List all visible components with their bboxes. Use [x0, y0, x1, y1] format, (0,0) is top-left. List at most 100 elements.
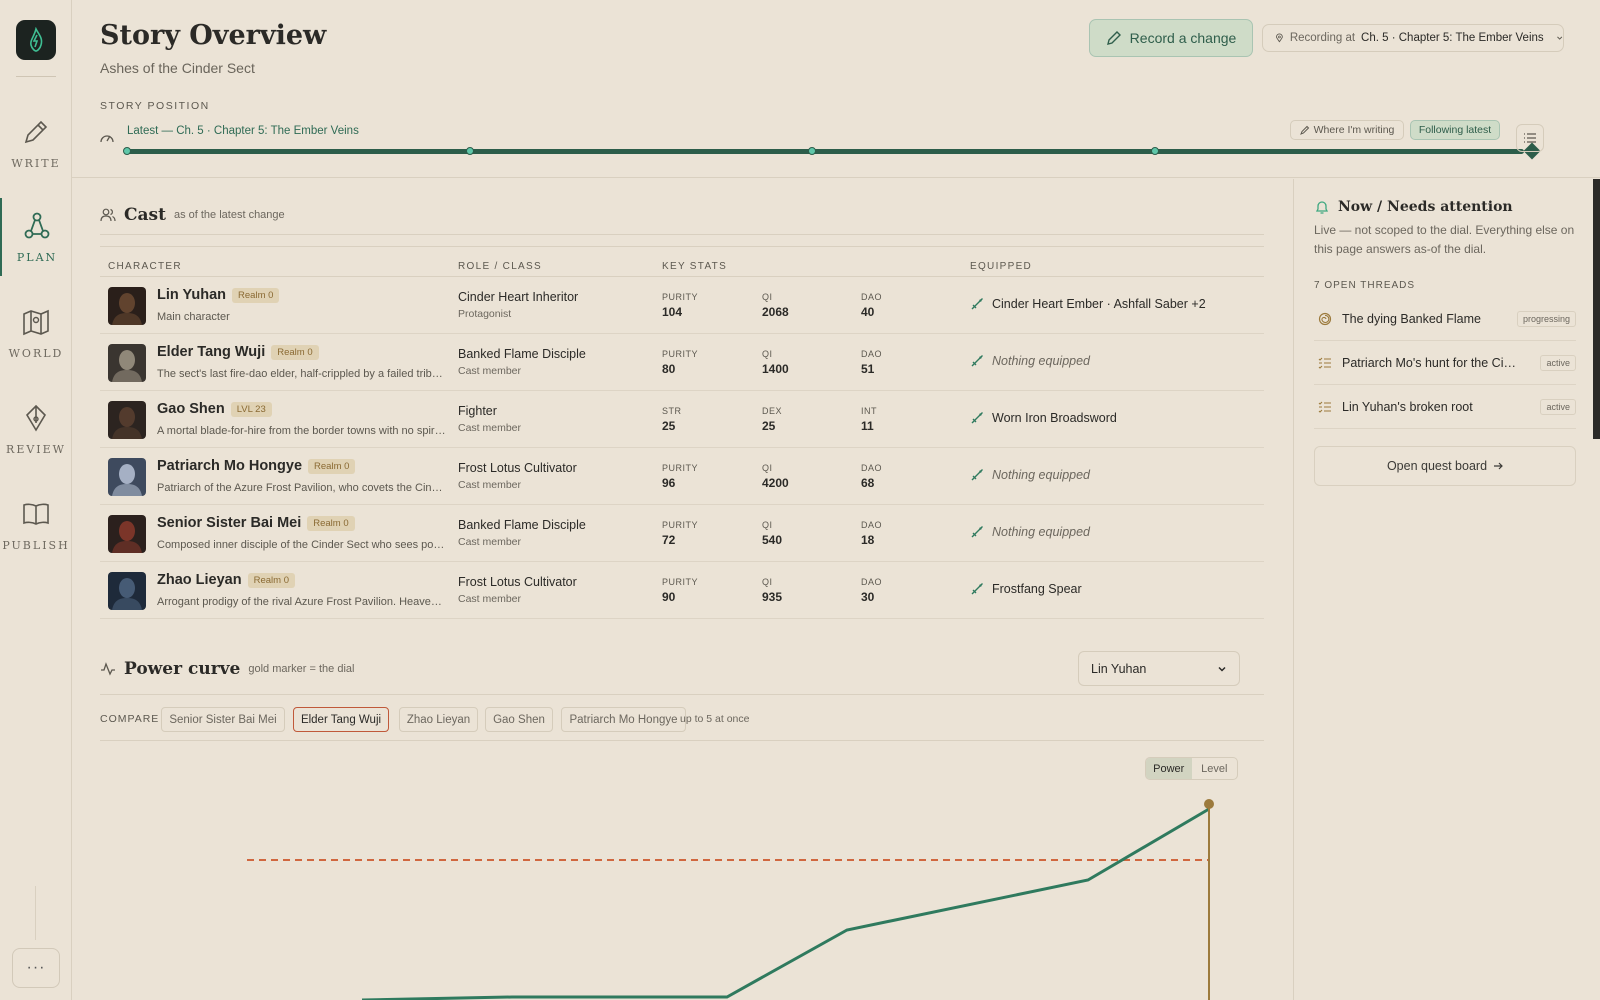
- pen-nib-icon: [25, 404, 47, 432]
- equipped-text: Worn Iron Broadsword: [992, 411, 1117, 425]
- character-name[interactable]: Lin Yuhan Realm 0: [157, 287, 280, 303]
- cast-title: Cast: [124, 205, 166, 225]
- compare-chip-label: Elder Tang Wuji: [300, 713, 382, 726]
- nav-plan[interactable]: PLAN: [0, 198, 72, 276]
- open-threads-label: 7 OPEN THREADS: [1314, 280, 1416, 291]
- equipped-items[interactable]: Nothing equipped: [970, 525, 1090, 539]
- open-quest-board-button[interactable]: Open quest board: [1314, 446, 1576, 486]
- stat-value: 1400: [762, 362, 789, 376]
- thread-item[interactable]: Lin Yuhan's broken root active: [1314, 385, 1576, 429]
- compare-chip[interactable]: Patriarch Mo Hongye: [561, 707, 686, 732]
- rail-divider: [35, 886, 36, 940]
- realm-badge: Realm 0: [271, 344, 319, 360]
- compare-chip[interactable]: Elder Tang Wuji: [293, 707, 389, 732]
- record-change-button[interactable]: Record a change: [1089, 19, 1253, 57]
- character-name-text: Patriarch Mo Hongye: [157, 458, 303, 474]
- recording-location-dropdown[interactable]: Recording at Ch. 5 · Chapter 5: The Embe…: [1262, 24, 1564, 52]
- equipped-items[interactable]: Worn Iron Broadsword: [970, 411, 1117, 425]
- chapter-tick[interactable]: [123, 147, 131, 155]
- nav-label: WRITE: [11, 156, 61, 170]
- key-stat: DAO 68: [861, 463, 882, 490]
- story-dial-track[interactable]: [126, 149, 1524, 154]
- attention-header: Now / Needs attention: [1314, 199, 1513, 215]
- equipped-items[interactable]: Nothing equipped: [970, 354, 1090, 368]
- toggle-power[interactable]: Power: [1146, 758, 1192, 779]
- realm-badge: Realm 0: [232, 287, 280, 303]
- cast-note: as of the latest change: [173, 209, 285, 221]
- following-latest-label: Following latest: [1418, 124, 1492, 136]
- chapter-list-button[interactable]: [1516, 124, 1544, 152]
- equipped-items[interactable]: Frostfang Spear: [970, 582, 1082, 596]
- table-row[interactable]: Patriarch Mo Hongye Realm 0 Patriarch of t…: [100, 448, 1264, 505]
- thread-item[interactable]: Patriarch Mo's hunt for the Cinder Heart…: [1314, 341, 1576, 385]
- col-stats: KEY STATS: [662, 261, 728, 272]
- key-stat: QI 935: [762, 577, 782, 604]
- spiral-icon: [1318, 312, 1332, 325]
- nav-write[interactable]: WRITE: [0, 104, 72, 182]
- stat-key: DAO: [861, 520, 883, 530]
- toggle-level[interactable]: Level: [1192, 758, 1238, 779]
- following-latest-button[interactable]: Following latest: [1410, 120, 1500, 140]
- more-button[interactable]: ···: [12, 948, 60, 988]
- character-name[interactable]: Senior Sister Bai Mei Realm 0: [157, 515, 355, 531]
- recording-location: Ch. 5 · Chapter 5: The Ember Veins: [1361, 32, 1544, 44]
- where-writing-button[interactable]: Where I'm writing: [1290, 120, 1404, 140]
- compare-chip[interactable]: Zhao Lieyan: [399, 707, 478, 732]
- character-description: Patriarch of the Azure Frost Pavilion, w…: [157, 482, 447, 494]
- compare-chip-label: Zhao Lieyan: [406, 713, 471, 726]
- nav-publish[interactable]: PUBLISH: [0, 486, 72, 564]
- dial-marker-point[interactable]: [1204, 799, 1214, 809]
- stat-value: 30: [861, 590, 875, 604]
- equipped-text: Frostfang Spear: [992, 582, 1082, 596]
- character-description: Composed inner disciple of the Cinder Se…: [157, 539, 447, 551]
- stat-value: 540: [762, 533, 783, 547]
- nav-world[interactable]: WORLD: [0, 294, 72, 372]
- table-row[interactable]: Zhao Lieyan Realm 0 Arrogant prodigy of th…: [100, 562, 1264, 619]
- app-logo[interactable]: [16, 20, 56, 60]
- chapter-tick[interactable]: [808, 147, 816, 155]
- stat-key: QI: [762, 577, 773, 587]
- table-row[interactable]: Elder Tang Wuji Realm 0 The sect's last fi…: [100, 334, 1264, 391]
- chapter-tick[interactable]: [466, 147, 474, 155]
- table-row[interactable]: Lin Yuhan Realm 0 Main character Cinder Hea…: [100, 277, 1264, 334]
- character-name[interactable]: Gao Shen LVL 23: [157, 401, 272, 417]
- key-stat: QI 2068: [762, 292, 789, 319]
- key-stat: DAO 30: [861, 577, 882, 604]
- key-stat: PURITY 80: [662, 349, 698, 376]
- character-select[interactable]: Lin Yuhan: [1078, 651, 1240, 686]
- compare-chip[interactable]: Senior Sister Bai Mei: [161, 707, 285, 732]
- record-change-label: Record a change: [1129, 30, 1237, 46]
- character-role-sub: Cast member: [458, 593, 522, 605]
- nav-review[interactable]: REVIEW: [0, 390, 72, 468]
- col-equipped: EQUIPPED: [970, 261, 1033, 272]
- table-row[interactable]: Senior Sister Bai Mei Realm 0 Composed inn…: [100, 505, 1264, 562]
- attention-description: Live — not scoped to the dial. Everythin…: [1314, 223, 1575, 256]
- power-curve-title: Power curve: [124, 659, 241, 679]
- table-top-border: [100, 246, 1264, 247]
- stat-key: DAO: [861, 349, 883, 359]
- character-name[interactable]: Zhao Lieyan Realm 0: [157, 572, 295, 588]
- chevron-down-icon: [1556, 36, 1562, 40]
- activity-icon: [101, 662, 115, 676]
- scrollbar[interactable]: [1593, 179, 1600, 439]
- equipped-items[interactable]: Cinder Heart Ember · Ashfall Saber +2: [970, 297, 1206, 311]
- compare-chip[interactable]: Gao Shen: [485, 707, 553, 732]
- stat-key: PURITY: [662, 292, 699, 302]
- table-row[interactable]: Gao Shen LVL 23 A mortal blade-for-hire fr…: [100, 391, 1264, 448]
- character-role: Banked Flame Disciple: [458, 347, 586, 361]
- network-icon: [24, 212, 50, 238]
- avatar: [108, 572, 146, 610]
- power-curve-note: gold marker = the dial: [248, 663, 355, 675]
- thread-item[interactable]: The dying Banked Flame progressing: [1314, 297, 1576, 341]
- key-stat: DAO 51: [861, 349, 882, 376]
- equipped-items[interactable]: Nothing equipped: [970, 468, 1090, 482]
- stat-key: DAO: [861, 577, 883, 587]
- thread-status: active: [1540, 398, 1576, 415]
- story-position-latest: Latest — Ch. 5 · Chapter 5: The Ember Ve…: [127, 125, 359, 137]
- metric-toggle[interactable]: Power Level: [1145, 757, 1238, 780]
- stat-value: 96: [662, 476, 676, 490]
- character-description: Main character: [157, 311, 230, 323]
- character-name[interactable]: Elder Tang Wuji Realm 0: [157, 344, 319, 360]
- character-name[interactable]: Patriarch Mo Hongye Realm 0: [157, 458, 356, 474]
- chapter-tick[interactable]: [1151, 147, 1159, 155]
